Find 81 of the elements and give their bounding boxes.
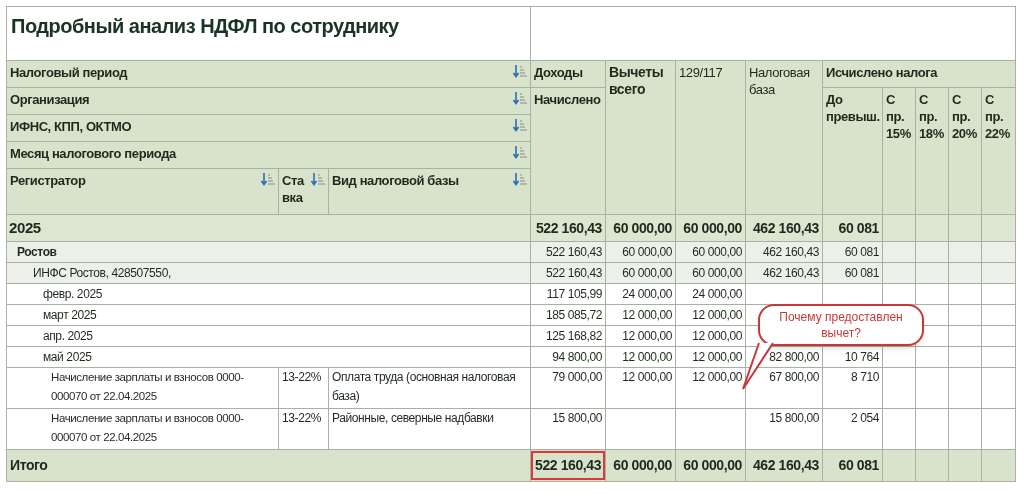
group-label: март 2025 xyxy=(43,308,97,322)
amount-cell: 2 054 xyxy=(850,411,879,425)
amount-cell: 522 160,43 xyxy=(545,245,602,259)
column-header: С пр. 18% xyxy=(919,92,944,141)
sort-icon[interactable] xyxy=(513,172,527,186)
amount-cell: 8 710 xyxy=(850,370,879,384)
total-amount: 60 000,00 xyxy=(613,457,672,473)
sort-icon[interactable] xyxy=(513,145,527,159)
amount-cell: 12 000,00 xyxy=(622,329,672,343)
amount-cell: 12 000,00 xyxy=(692,350,742,364)
amount-cell: 12 000,00 xyxy=(622,370,672,384)
column-header: До превыш. xyxy=(826,92,880,124)
total-amount: 60 081 xyxy=(838,457,879,473)
column-header: Вычеты всего xyxy=(609,64,664,97)
amount-cell: 94 800,00 xyxy=(552,350,602,364)
amount-cell: 462 160,43 xyxy=(762,266,819,280)
amount-cell: 15 800,00 xyxy=(552,411,602,425)
amount-cell: 462 160,43 xyxy=(752,219,819,236)
amount-cell: 12 000,00 xyxy=(692,308,742,322)
sort-icon[interactable] xyxy=(311,172,325,186)
amount-cell: 12 000,00 xyxy=(692,370,742,384)
column-header: Начислено xyxy=(534,92,601,107)
column-header: С пр. 22% xyxy=(985,92,1010,141)
group-label: Ростов xyxy=(17,245,57,259)
amount-cell: 60 081 xyxy=(844,245,879,259)
group-label: 2025 xyxy=(9,218,41,236)
amount-cell: 60 081 xyxy=(844,266,879,280)
amount-cell: 117 105,99 xyxy=(546,287,602,301)
callout-bubble: Почему предоставлен вычет? xyxy=(758,304,924,346)
amount-cell: 67 800,00 xyxy=(769,370,819,384)
amount-cell: 24 000,00 xyxy=(622,287,672,301)
grouping-header: Вид налоговой базы xyxy=(332,172,459,189)
amount-cell: 12 000,00 xyxy=(622,350,672,364)
amount-cell: 82 800,00 xyxy=(769,350,819,364)
grouping-header: Месяц налогового периода xyxy=(10,145,176,162)
amount-cell: 15 800,00 xyxy=(769,411,819,425)
column-header: С пр. 15% xyxy=(886,92,911,141)
amount-cell: 60 081 xyxy=(838,219,879,236)
amount-cell: 60 000,00 xyxy=(692,245,742,259)
total-amount: 60 000,00 xyxy=(683,457,742,473)
grouping-header: Регистратор xyxy=(10,172,86,189)
total-amount: 462 160,43 xyxy=(752,457,819,473)
sort-icon[interactable] xyxy=(513,91,527,105)
sort-icon[interactable] xyxy=(513,64,527,78)
group-label: ИНФС Ростов, 428507550, xyxy=(33,266,171,280)
grouping-header: Организация xyxy=(10,91,90,108)
amount-cell: 185 085,72 xyxy=(545,308,602,322)
group-label: май 2025 xyxy=(43,350,92,364)
sort-icon[interactable] xyxy=(513,118,527,132)
amount-cell: 24 000,00 xyxy=(692,287,742,301)
base-kind-cell: Районные, северные надбавки xyxy=(332,411,494,425)
group-label: апр. 2025 xyxy=(43,329,93,343)
sort-icon[interactable] xyxy=(261,172,275,186)
grouping-header: Налоговый период xyxy=(10,64,128,81)
grouping-header: Ста вка xyxy=(282,172,306,206)
amount-cell: 60 000,00 xyxy=(683,219,742,236)
highlighted-total: 522 160,43 xyxy=(531,451,605,480)
total-label: Итого xyxy=(10,457,48,473)
base-kind-cell: Оплата труда (основная налоговая база) xyxy=(332,370,516,403)
column-header: 129/117 xyxy=(679,65,723,80)
amount-cell: 60 000,00 xyxy=(692,266,742,280)
amount-cell: 522 160,43 xyxy=(545,266,602,280)
rate-cell: 13-22% xyxy=(282,411,321,425)
amount-cell: 60 000,00 xyxy=(622,245,672,259)
column-header: Доходы xyxy=(534,65,583,80)
amount-cell: 60 000,00 xyxy=(622,266,672,280)
column-header: С пр. 20% xyxy=(952,92,977,141)
amount-cell: 79 000,00 xyxy=(552,370,602,384)
amount-cell: 10 764 xyxy=(844,350,879,364)
amount-cell: 462 160,43 xyxy=(762,245,819,259)
rate-cell: 13-22% xyxy=(282,370,321,384)
group-label: февр. 2025 xyxy=(43,287,102,301)
column-header: Налоговая база xyxy=(749,65,810,97)
amount-cell: 12 000,00 xyxy=(692,329,742,343)
amount-cell: 60 000,00 xyxy=(613,219,672,236)
grouping-header: ИФНС, КПП, ОКТМО xyxy=(10,118,132,135)
report-title: Подробный анализ НДФЛ по сотруднику xyxy=(11,14,400,39)
amount-cell: 522 160,43 xyxy=(535,219,602,236)
amount-cell: 12 000,00 xyxy=(622,308,672,322)
amount-cell: 125 168,82 xyxy=(545,329,602,343)
column-header: Исчислено налога xyxy=(826,65,938,80)
